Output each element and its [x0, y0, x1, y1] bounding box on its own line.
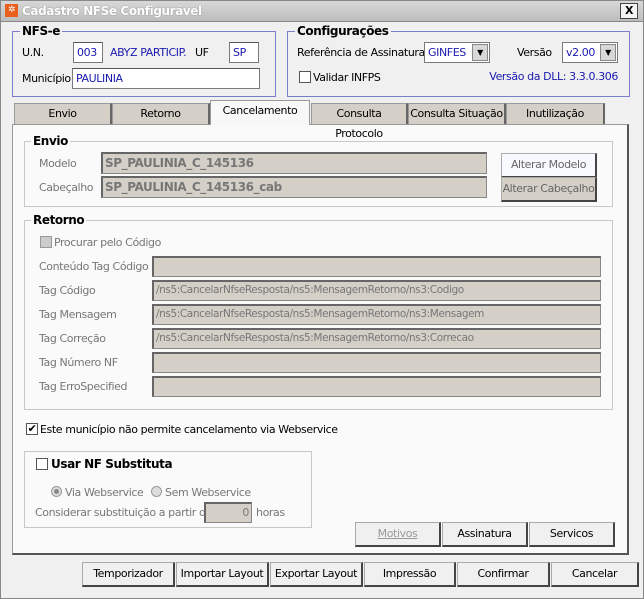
un-label: U.N. [22, 46, 44, 59]
retorno-row-field[interactable] [152, 256, 601, 277]
config-legend: Configurações [295, 24, 391, 38]
retorno-row-field[interactable]: /ns5:CancelarNfseResposta/ns5:MensagemRe… [152, 280, 601, 301]
tab-consulta-situacao[interactable]: Consulta Situação [408, 103, 506, 124]
municipio-label: Município [22, 72, 71, 85]
ref-assinatura-select[interactable]: GINFES ▼ [424, 42, 490, 63]
temporizador-button[interactable]: Temporizador [82, 562, 175, 587]
motivos-label: Motivos [377, 527, 418, 540]
confirmar-button[interactable]: Confirmar [457, 562, 550, 587]
company-name: ABYZ PARTICIP. [110, 46, 187, 59]
tab-inutilizacao[interactable]: Inutilização [506, 103, 605, 124]
impressao-button[interactable]: Impressão [364, 562, 456, 587]
exportar-layout-label: Exportar Layout [274, 567, 358, 580]
envio-legend: Envio [31, 134, 70, 148]
dll-version: Versão da DLL: 3.3.0.306 [489, 70, 618, 83]
procurar-codigo-label: Procurar pelo Código [54, 236, 161, 249]
config-group [287, 31, 630, 97]
versao-value: v2.00 [566, 46, 596, 59]
motivos-button[interactable]: Motivos [355, 522, 441, 547]
app-icon: ✲ [5, 4, 18, 17]
municipio-input[interactable]: PAULINIA [72, 68, 260, 89]
servicos-label: Servicos [549, 527, 594, 540]
retorno-row-label: Tag ErroSpecified [39, 380, 128, 393]
confirmar-label: Confirmar [477, 567, 529, 580]
nao-permite-cancelamento-label: Este município não permite cancelamento … [40, 423, 338, 436]
importar-layout-button[interactable]: Importar Layout [176, 562, 269, 587]
usar-nf-substituta-checkbox[interactable] [36, 458, 48, 470]
ref-assinatura-value: GINFES [428, 46, 466, 59]
retorno-row-field[interactable]: /ns5:CancelarNfseResposta/ns5:MensagemRe… [152, 328, 601, 349]
nao-permite-cancelamento-checkbox[interactable]: ✔ [26, 423, 38, 435]
temporizador-label: Temporizador [93, 567, 163, 580]
chevron-down-icon[interactable]: ▼ [600, 44, 616, 61]
via-webservice-radio[interactable] [51, 486, 62, 497]
via-webservice-label: Via Webservice [65, 486, 144, 499]
alterar-cabecalho-label: Alterar Cabeçalho [502, 182, 595, 195]
retorno-legend: Retorno [31, 213, 87, 227]
ref-assinatura-label: Referência de Assinatura [297, 46, 425, 59]
horas-label: horas [256, 506, 285, 519]
exportar-layout-button[interactable]: Exportar Layout [270, 562, 363, 587]
retorno-row-label: Conteúdo Tag Código [39, 260, 149, 273]
retorno-row-field[interactable] [152, 376, 601, 397]
validar-infps-label: Validar INFPS [313, 71, 381, 84]
retorno-row-label: Tag Mensagem [39, 308, 117, 321]
modelo-field[interactable]: SP_PAULINIA_C_145136 [101, 152, 487, 174]
retorno-row-label: Tag Correção [39, 332, 106, 345]
retorno-row-label: Tag Número NF [39, 356, 118, 369]
assinatura-button[interactable]: Assinatura [442, 522, 528, 547]
retorno-row-field[interactable] [152, 352, 601, 373]
versao-select[interactable]: v2.00 ▼ [562, 42, 618, 63]
uf-label: UF [195, 46, 209, 59]
cabecalho-field[interactable]: SP_PAULINIA_C_145136_cab [101, 176, 487, 198]
cabecalho-label: Cabeçalho [39, 181, 94, 194]
chevron-down-icon[interactable]: ▼ [472, 44, 488, 61]
retorno-row-label: Tag Código [39, 284, 96, 297]
assinatura-label: Assinatura [457, 527, 512, 540]
tab-consulta-protocolo[interactable]: Consulta Protocolo [311, 103, 408, 140]
impressao-label: Impressão [382, 567, 437, 580]
close-button[interactable]: X [620, 3, 638, 19]
sem-webservice-label: Sem Webservice [165, 486, 251, 499]
cancelar-label: Cancelar [571, 567, 618, 580]
importar-layout-label: Importar Layout [180, 567, 264, 580]
usar-nf-substituta-label: Usar NF Substituta [51, 457, 173, 471]
modelo-label: Modelo [39, 157, 77, 170]
window-title: Cadastro NFSe Configurável [22, 4, 202, 18]
tab-retorno[interactable]: Retorno [112, 103, 210, 124]
alterar-modelo-button[interactable]: Alterar Modelo [501, 153, 597, 178]
considerar-label: Considerar substituição a partir de [35, 506, 212, 519]
versao-label: Versão [517, 46, 552, 59]
sem-webservice-radio[interactable] [151, 486, 162, 497]
alterar-cabecalho-button[interactable]: Alterar Cabeçalho [501, 177, 597, 202]
horas-input[interactable]: 0 [204, 502, 252, 523]
cancelar-button[interactable]: Cancelar [551, 562, 639, 587]
procurar-codigo-checkbox[interactable] [40, 236, 52, 248]
servicos-button[interactable]: Servicos [529, 522, 615, 547]
validar-infps-checkbox[interactable] [299, 71, 311, 83]
retorno-row-field[interactable]: /ns5:CancelarNfseResposta/ns5:MensagemRe… [152, 304, 601, 325]
tab-cancelamento[interactable]: Cancelamento [210, 100, 310, 125]
uf-input[interactable]: SP [229, 42, 259, 63]
un-input[interactable]: 003 [73, 42, 103, 63]
nfse-legend: NFS-e [20, 24, 63, 38]
tab-envio[interactable]: Envio [14, 103, 112, 124]
alterar-modelo-label: Alterar Modelo [510, 158, 587, 171]
